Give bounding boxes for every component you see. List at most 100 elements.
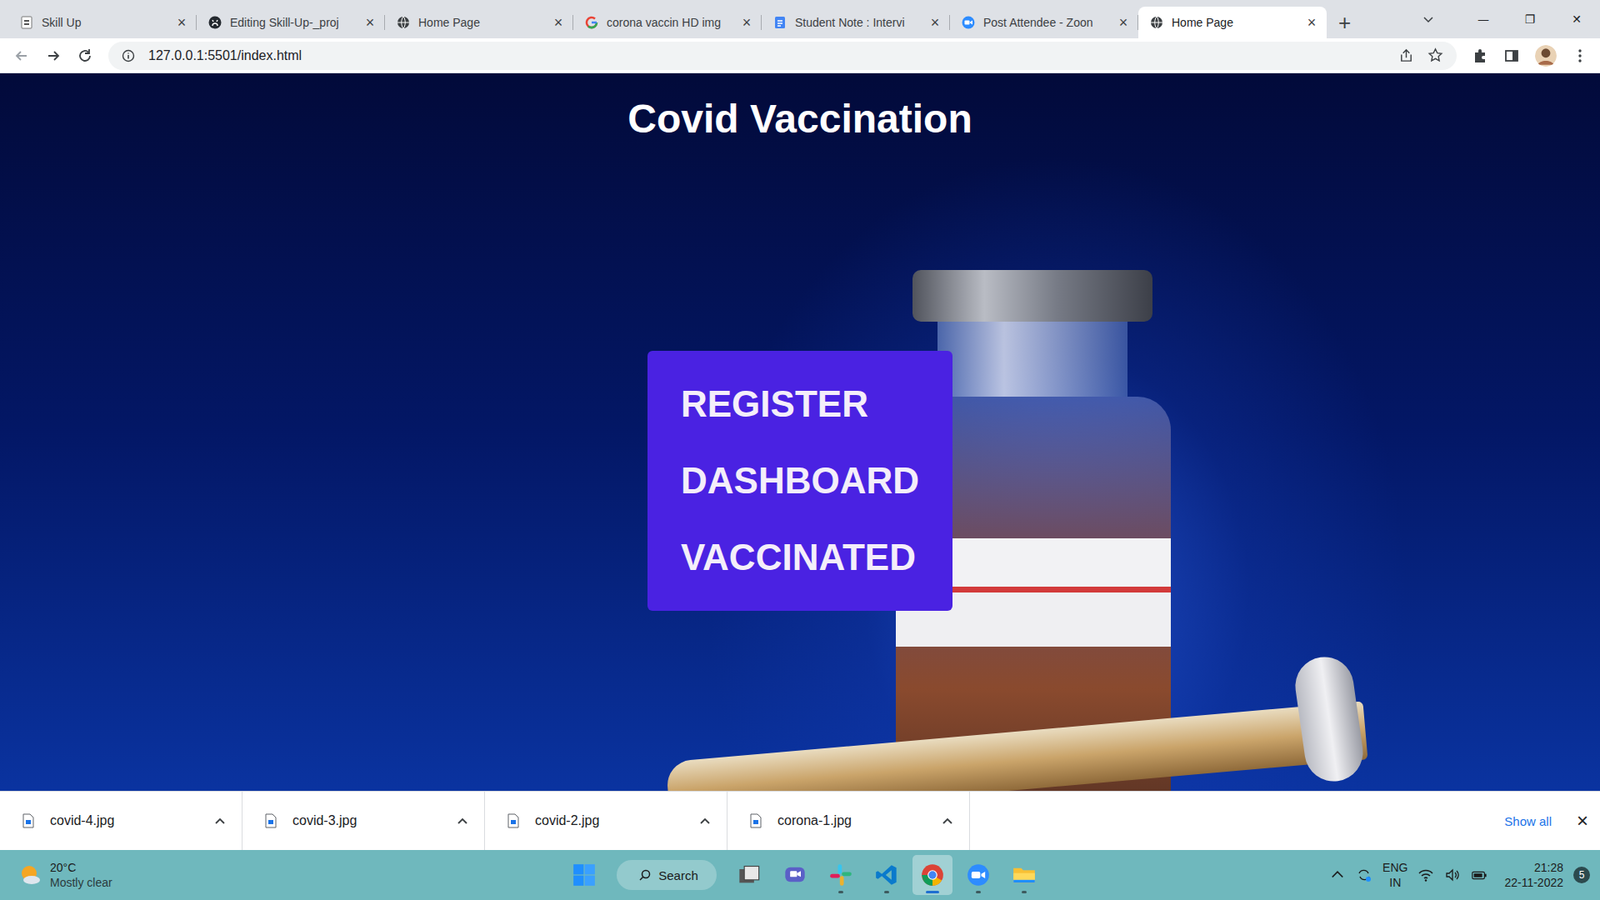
browser-tab[interactable]: Student Note : Intervi×: [761, 6, 950, 39]
globe-icon: [396, 15, 410, 30]
forward-arrow-icon[interactable]: [45, 47, 62, 65]
zoom-icon: [961, 15, 975, 30]
back-arrow-icon[interactable]: [13, 47, 30, 65]
download-item[interactable]: covid-2.jpg: [485, 791, 728, 851]
window-control-button[interactable]: ✕: [1553, 12, 1600, 26]
extensions-puzzle-icon[interactable]: [1471, 47, 1489, 65]
browser-tab[interactable]: Skill Up ×: [8, 6, 197, 39]
taskbar-app[interactable]: [866, 855, 907, 895]
menu-link[interactable]: DASHBOARD: [680, 442, 920, 520]
taskbar-app[interactable]: [958, 855, 999, 895]
speaker-icon[interactable]: [1444, 866, 1461, 884]
weather-widget[interactable]: 20°CMostly clear: [18, 860, 285, 890]
wifi-icon[interactable]: [1417, 866, 1435, 884]
window-control-button[interactable]: ❐: [1506, 12, 1554, 26]
web-page: Covid Vaccination REGISTERDASHBOARDVACCIN…: [0, 73, 1600, 791]
page-title: Covid Vaccination: [627, 95, 972, 144]
more-menu-icon[interactable]: [1571, 47, 1589, 65]
chevron-up-icon[interactable]: [940, 814, 955, 828]
tab-close-button[interactable]: ×: [1116, 14, 1130, 32]
download-filename: covid-4.jpg: [50, 813, 199, 829]
reload-icon[interactable]: [76, 47, 94, 65]
image-file-icon: [506, 813, 520, 829]
chevron-up-icon[interactable]: [698, 814, 712, 828]
moon-cloud-icon: [18, 863, 42, 887]
show-all-link[interactable]: Show all: [1504, 814, 1552, 829]
page-icon: [20, 15, 34, 30]
start-button[interactable]: [564, 855, 605, 895]
tab-title: Home Page: [418, 15, 544, 30]
address-text: 127.0.0.1:5501/index.html: [148, 48, 1385, 64]
browser-tab[interactable]: Home Page×: [1138, 6, 1327, 39]
taskbar-app[interactable]: [1004, 855, 1045, 895]
address-bar[interactable]: 127.0.0.1:5501/index.html: [108, 41, 1457, 70]
github-icon: [208, 15, 222, 30]
zoom-app-icon: [966, 863, 990, 887]
window-control-button[interactable]: —: [1460, 12, 1507, 26]
tab-title: Editing Skill-Up-_proj: [230, 15, 355, 30]
show-hidden-icons-chevron-icon[interactable]: [1329, 866, 1346, 884]
google-icon: [585, 15, 599, 30]
side-panel-icon[interactable]: [1503, 47, 1520, 65]
date: 22-11-2022: [1504, 875, 1564, 890]
menu-link[interactable]: REGISTER: [680, 365, 920, 443]
download-item[interactable]: covid-3.jpg: [242, 791, 485, 851]
taskbar-app[interactable]: [729, 855, 770, 895]
tab-close-button[interactable]: ×: [175, 14, 189, 32]
nav-menu: REGISTERDASHBOARDVACCINATED: [647, 350, 953, 611]
new-tab-button[interactable]: +: [1326, 6, 1363, 39]
chevron-up-icon[interactable]: [455, 814, 470, 828]
profile-avatar-icon[interactable]: [1535, 45, 1557, 67]
sync-icon[interactable]: [1355, 866, 1373, 884]
tab-close-button[interactable]: ×: [740, 14, 754, 32]
taskbar-app[interactable]: [912, 855, 953, 895]
slack-icon: [829, 863, 853, 887]
input-language[interactable]: ENGIN: [1382, 860, 1408, 890]
notification-badge[interactable]: 5: [1573, 866, 1590, 884]
weather-condition: Mostly clear: [50, 875, 113, 890]
tab-search-chevron-icon[interactable]: [1421, 12, 1435, 26]
tab-close-button[interactable]: ×: [363, 14, 377, 32]
temperature: 20°C: [50, 860, 113, 875]
star-icon[interactable]: [1427, 47, 1444, 64]
running-indicator: [838, 890, 844, 894]
running-indicator: [884, 890, 890, 894]
info-icon[interactable]: [121, 49, 135, 63]
close-downloads-button[interactable]: ×: [1576, 809, 1589, 833]
file-explorer-icon: [1012, 863, 1036, 887]
globe-icon: [1150, 15, 1164, 30]
download-item[interactable]: corona-1.jpg: [727, 791, 970, 851]
browser-tab[interactable]: Post Attendee - Zoon×: [950, 6, 1139, 39]
taskbar-app[interactable]: [775, 855, 815, 895]
windows-logo-icon: [572, 863, 596, 887]
image-file-icon: [21, 813, 35, 829]
chevron-up-icon[interactable]: [213, 814, 227, 828]
task-view-icon: [737, 863, 761, 887]
tab-title: Skill Up: [41, 15, 167, 30]
running-indicator: [1021, 890, 1027, 894]
taskbar-search[interactable]: Search: [616, 860, 717, 890]
tab-title: corona vaccin HD img: [606, 15, 732, 30]
browser-tab[interactable]: corona vaccin HD img ×: [573, 6, 762, 39]
download-filename: corona-1.jpg: [777, 813, 926, 829]
screen: Skill Up×Editing Skill-Up-_proj×Home Pag…: [0, 0, 1600, 900]
tab-close-button[interactable]: ×: [928, 14, 942, 32]
browser-toolbar: 127.0.0.1:5501/index.html: [0, 38, 1600, 74]
taskbar-app[interactable]: [820, 855, 861, 895]
download-item[interactable]: covid-4.jpg: [0, 791, 243, 851]
search-icon: [638, 868, 652, 882]
time: 21:28: [1534, 860, 1564, 875]
running-indicator: [925, 890, 940, 894]
chat-icon: [783, 863, 807, 887]
clock[interactable]: 21:2822-11-2022: [1504, 860, 1564, 890]
vscode-icon: [875, 863, 899, 887]
share-icon[interactable]: [1398, 47, 1415, 64]
menu-link[interactable]: VACCINATED: [680, 519, 920, 596]
taskbar: 20°CMostly clear Search ENGIN 21:2822-11-20…: [0, 850, 1600, 900]
tab-close-button[interactable]: ×: [551, 14, 565, 32]
browser-tab[interactable]: Editing Skill-Up-_proj ×: [196, 6, 385, 39]
tab-close-button[interactable]: ×: [1305, 14, 1319, 32]
battery-icon[interactable]: [1470, 866, 1488, 884]
image-file-icon: [749, 813, 763, 829]
browser-tab[interactable]: Home Page ×: [385, 6, 574, 39]
